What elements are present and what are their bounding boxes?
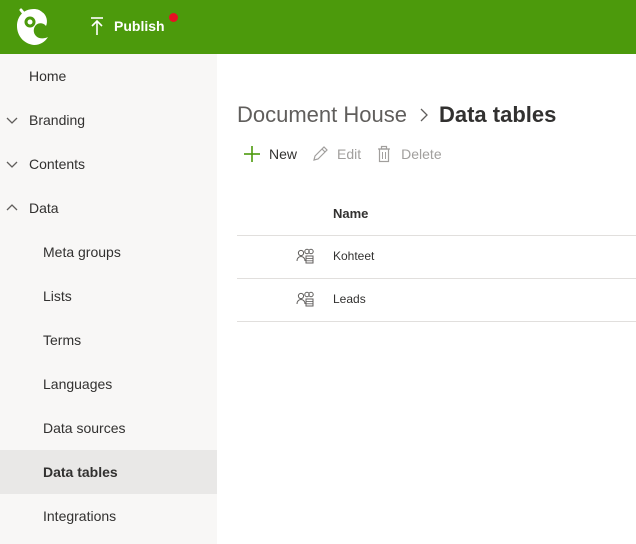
chevron-right-icon bbox=[420, 108, 428, 122]
chevron-down-icon bbox=[6, 117, 18, 124]
row-name[interactable]: Kohteet bbox=[333, 249, 374, 263]
sidebar-item-label: Terms bbox=[43, 332, 82, 348]
grid-header: Name bbox=[237, 193, 636, 236]
publish-label: Publish bbox=[114, 18, 165, 34]
column-header-name[interactable]: Name bbox=[333, 206, 368, 221]
table-row[interactable]: Leads bbox=[237, 279, 636, 322]
command-bar: New Edit Delete bbox=[237, 142, 456, 166]
sidebar-item-label: Integrations bbox=[43, 508, 117, 524]
sidebar: Home Branding Contents Data Meta groups … bbox=[0, 54, 217, 544]
sidebar-item-contents[interactable]: Contents bbox=[0, 142, 217, 186]
plus-icon bbox=[244, 146, 260, 162]
chevron-down-icon bbox=[6, 161, 18, 168]
sidebar-item-label: Contents bbox=[29, 156, 86, 172]
chameleon-logo-icon[interactable] bbox=[14, 6, 54, 48]
top-bar: Publish bbox=[0, 0, 636, 54]
sidebar-item-data[interactable]: Data bbox=[0, 186, 217, 230]
sidebar-item-branding[interactable]: Branding bbox=[0, 98, 217, 142]
sidebar-item-integrations[interactable]: Integrations bbox=[0, 494, 217, 538]
people-group-icon bbox=[296, 248, 314, 264]
sidebar-item-label: Languages bbox=[43, 376, 113, 392]
sidebar-item-languages[interactable]: Languages bbox=[0, 362, 217, 406]
publish-button[interactable]: Publish bbox=[88, 13, 178, 38]
chevron-up-icon bbox=[6, 204, 18, 211]
sidebar-item-label: Data bbox=[29, 200, 59, 216]
sidebar-item-label: Meta groups bbox=[43, 244, 121, 260]
trash-icon bbox=[378, 145, 391, 163]
people-group-icon bbox=[296, 291, 314, 307]
pencil-icon bbox=[313, 146, 328, 161]
new-button[interactable]: New bbox=[243, 145, 297, 163]
new-label: New bbox=[269, 146, 298, 162]
delete-label: Delete bbox=[401, 146, 442, 162]
sidebar-item-lists[interactable]: Lists bbox=[0, 274, 217, 318]
sidebar-item-label: Data sources bbox=[43, 420, 126, 436]
upload-arrow-icon bbox=[91, 17, 103, 35]
notification-dot bbox=[169, 13, 178, 22]
breadcrumb-root-link[interactable]: Document House bbox=[237, 102, 407, 128]
edit-label: Edit bbox=[337, 146, 362, 162]
sidebar-item-label: Lists bbox=[43, 288, 72, 304]
sidebar-item-terms[interactable]: Terms bbox=[0, 318, 217, 362]
sidebar-item-label: Data tables bbox=[43, 464, 118, 480]
sidebar-item-label: Home bbox=[29, 68, 67, 84]
sidebar-item-data-tables[interactable]: Data tables bbox=[0, 450, 217, 494]
sidebar-item-label: Branding bbox=[29, 112, 86, 128]
data-tables-list: Name Kohteet Leads bbox=[237, 193, 636, 322]
delete-button[interactable]: Delete bbox=[375, 145, 442, 163]
sidebar-item-meta-groups[interactable]: Meta groups bbox=[0, 230, 217, 274]
page-title: Data tables bbox=[438, 102, 557, 127]
breadcrumb: Document House Data tables bbox=[237, 100, 556, 130]
row-name[interactable]: Leads bbox=[333, 292, 366, 306]
table-row[interactable]: Kohteet bbox=[237, 236, 636, 279]
sidebar-item-home[interactable]: Home bbox=[0, 54, 217, 98]
sidebar-item-data-sources[interactable]: Data sources bbox=[0, 406, 217, 450]
edit-button[interactable]: Edit bbox=[311, 145, 361, 163]
